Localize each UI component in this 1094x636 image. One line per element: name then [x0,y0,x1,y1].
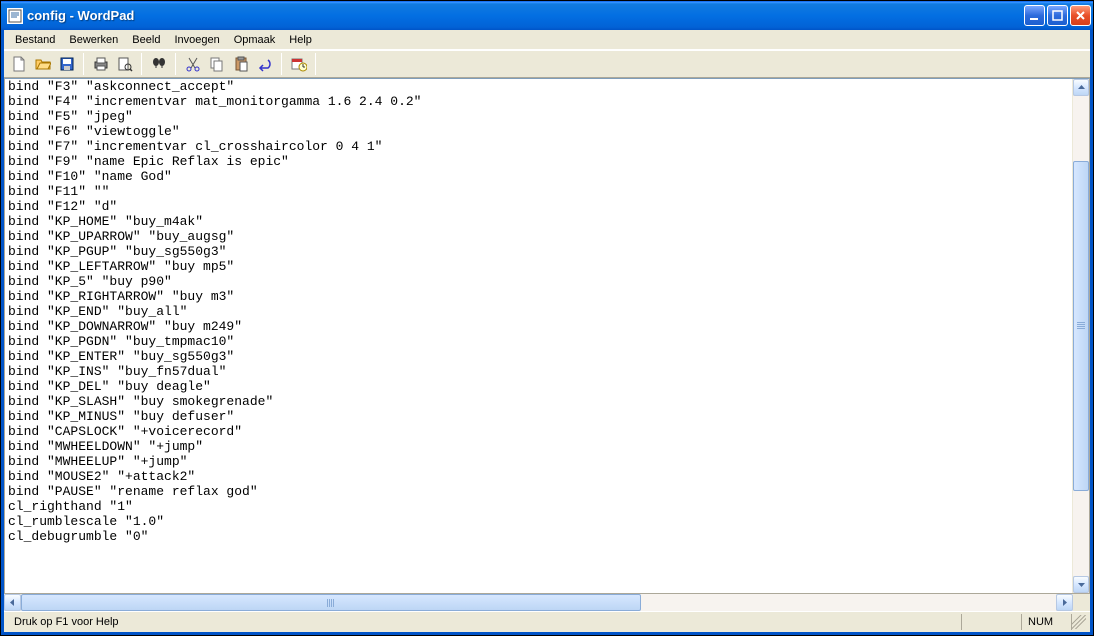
undo-icon [257,56,273,72]
text-line: bind "KP_SLASH" "buy smokegrenade" [8,394,1069,409]
text-line: bind "F5" "jpeg" [8,109,1069,124]
paste-icon [233,56,249,72]
print-preview-button[interactable] [113,53,136,75]
text-line: bind "F4" "incrementvar mat_monitorgamma… [8,94,1069,109]
print-icon [93,56,109,72]
datetime-button[interactable] [287,53,310,75]
text-line: bind "KP_ENTER" "buy_sg550g3" [8,349,1069,364]
new-icon [11,56,27,72]
text-line: bind "KP_RIGHTARROW" "buy m3" [8,289,1069,304]
scroll-left-button[interactable] [4,594,21,611]
text-line: bind "F7" "incrementvar cl_crosshaircolo… [8,139,1069,154]
save-button[interactable] [55,53,78,75]
minimize-button[interactable] [1024,5,1045,26]
vscroll-thumb[interactable] [1073,161,1089,491]
text-line: bind "KP_DOWNARROW" "buy m249" [8,319,1069,334]
open-button[interactable] [31,53,54,75]
text-line: bind "KP_5" "buy p90" [8,274,1069,289]
horizontal-scrollbar[interactable] [4,594,1090,611]
print-button[interactable] [89,53,112,75]
text-line: cl_rumblescale "1.0" [8,514,1069,529]
menu-bar: Bestand Bewerken Beeld Invoegen Opmaak H… [4,30,1090,50]
hscroll-thumb[interactable] [21,594,641,611]
text-line: bind "KP_HOME" "buy_m4ak" [8,214,1069,229]
text-line: bind "MWHEELDOWN" "+jump" [8,439,1069,454]
status-help-text: Druk op F1 voor Help [8,614,962,630]
window-controls [1024,5,1091,26]
text-line: bind "F9" "name Epic Reflax is epic" [8,154,1069,169]
copy-icon [209,56,225,72]
cut-icon [185,56,201,72]
window-title: config - WordPad [27,8,1024,23]
text-line: bind "F12" "d" [8,199,1069,214]
datetime-icon [291,56,307,72]
text-line: bind "KP_LEFTARROW" "buy mp5" [8,259,1069,274]
text-line: bind "KP_PGDN" "buy_tmpmac10" [8,334,1069,349]
save-icon [59,56,75,72]
menu-bewerken[interactable]: Bewerken [62,32,125,48]
text-line: cl_righthand "1" [8,499,1069,514]
app-icon [7,8,23,24]
open-icon [35,56,51,72]
resize-grip-icon[interactable] [1072,615,1086,629]
text-line: bind "PAUSE" "rename reflax god" [8,484,1069,499]
text-line: bind "MWHEELUP" "+jump" [8,454,1069,469]
text-line: bind "F11" "" [8,184,1069,199]
text-line: cl_debugrumble "0" [8,529,1069,544]
text-line: bind "KP_END" "buy_all" [8,304,1069,319]
text-line: bind "F3" "askconnect_accept" [8,79,1069,94]
paste-button[interactable] [229,53,252,75]
text-line: bind "F10" "name God" [8,169,1069,184]
scroll-down-button[interactable] [1073,576,1089,593]
copy-button[interactable] [205,53,228,75]
cut-button[interactable] [181,53,204,75]
text-line: bind "KP_UPARROW" "buy_augsg" [8,229,1069,244]
undo-button[interactable] [253,53,276,75]
menu-help[interactable]: Help [282,32,319,48]
scroll-right-button[interactable] [1056,594,1073,611]
document-text-area[interactable]: bind "F3" "askconnect_accept"bind "F4" "… [5,79,1072,593]
vertical-scrollbar[interactable] [1072,79,1089,593]
status-empty-cell [962,614,1022,630]
scroll-corner [1073,594,1090,611]
find-button[interactable] [147,53,170,75]
text-line: bind "KP_DEL" "buy deagle" [8,379,1069,394]
find-icon [151,56,167,72]
close-button[interactable] [1070,5,1091,26]
text-line: bind "KP_INS" "buy_fn57dual" [8,364,1069,379]
hscroll-track[interactable] [21,594,1056,611]
text-line: bind "KP_MINUS" "buy defuser" [8,409,1069,424]
scroll-up-button[interactable] [1073,79,1089,96]
status-bar: Druk op F1 voor Help NUM [4,611,1090,632]
print-preview-icon [117,56,133,72]
text-line: bind "F6" "viewtoggle" [8,124,1069,139]
menu-opmaak[interactable]: Opmaak [227,32,283,48]
new-button[interactable] [7,53,30,75]
text-line: bind "CAPSLOCK" "+voicerecord" [8,424,1069,439]
menu-invoegen[interactable]: Invoegen [167,32,226,48]
maximize-button[interactable] [1047,5,1068,26]
menu-beeld[interactable]: Beeld [125,32,167,48]
vscroll-track[interactable] [1073,96,1089,576]
toolbar [4,50,1090,78]
menu-bestand[interactable]: Bestand [8,32,62,48]
text-line: bind "MOUSE2" "+attack2" [8,469,1069,484]
title-bar: config - WordPad [1,1,1093,30]
text-line: bind "KP_PGUP" "buy_sg550g3" [8,244,1069,259]
status-num-lock: NUM [1022,614,1072,630]
